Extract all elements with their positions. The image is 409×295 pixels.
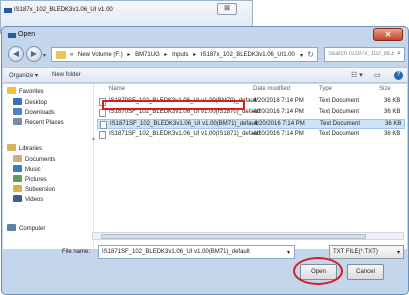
desktop-icon [13,98,22,105]
cancel-button[interactable]: Cancel [347,264,384,280]
address-bar[interactable]: « New Volume (F:) ▸ BM71UG ▸ Inputs ▸ IS… [51,47,318,62]
file-type-select[interactable]: TXT FILE(*.TXT) ▾ [329,245,404,259]
dialog-titlebar: Open ✕ [2,27,408,44]
folder-icon [56,51,66,59]
sidebar-item-desktop[interactable]: Desktop [13,98,47,108]
file-type: Text Document [320,121,361,127]
file-date: 4/20/2016 7:14 PM [253,98,304,104]
refresh-icon[interactable]: ↻ [307,50,314,59]
file-type: Text Document [319,109,360,115]
music-icon [13,165,22,172]
file-name-value: IS1871SF_102_BLEDK3v1.06_UI v1.00(BM71)_… [102,249,250,255]
navigation-pane: Favorites Desktop Downloads Recent Place… [3,84,94,249]
file-size: 36 KB [385,121,402,127]
sidebar-item-music[interactable]: Music [13,165,41,175]
sidebar-scroll-up-icon[interactable]: ▲ [91,136,96,142]
subversion-icon [13,185,22,192]
file-size: 36 KB [384,131,401,137]
address-dropdown-icon[interactable]: ▾ [300,52,303,59]
column-header-type[interactable]: Type [319,86,332,92]
breadcrumb-separator-icon[interactable]: ▸ [127,52,130,58]
sidebar-item-libraries[interactable]: Libraries [7,144,42,154]
command-toolbar: Organize ▾ New folder ☷ ▾ ▭ ? [3,67,407,83]
sidebar-item-recent-places[interactable]: Recent Places [13,118,64,128]
recent-locations-dropdown[interactable]: ▾ [43,52,46,59]
breadcrumb-inputs[interactable]: Inputs [172,52,188,58]
breadcrumb-separator-icon[interactable]: ▸ [164,52,167,58]
search-icon[interactable]: ⌕ [397,50,401,58]
search-placeholder: Search IS187x_102_BLEDK3v1.0... [328,51,394,57]
help-icon[interactable]: ? [394,71,403,80]
organize-button[interactable]: Organize ▾ [9,72,38,79]
sidebar-item-computer[interactable]: Computer [7,224,45,234]
breadcrumb-bm71ug[interactable]: BM71UG [135,52,160,58]
chevron-down-icon[interactable]: ▾ [397,249,400,256]
sidebar-item-pictures[interactable]: Pictures [13,175,47,185]
sidebar-item-subversion[interactable]: Subversion [13,185,55,195]
text-file-icon [99,109,106,117]
pictures-icon [13,175,22,182]
file-size: 36 KB [384,109,401,115]
dialog-title: Open [18,31,36,38]
file-type-value: TXT FILE(*.TXT) [333,249,378,255]
sidebar-item-downloads[interactable]: Downloads [13,108,55,118]
file-row-selected[interactable]: IS1871SF_102_BLEDK3v1.06_UI v1.00(BM71)_… [97,119,405,129]
background-window-title: IS187x_102_BLEDK3v1.06_UI v1.00 [14,7,113,13]
downloads-icon [13,108,22,115]
documents-icon [13,155,22,162]
app-icon [4,8,12,13]
file-date: 4/20/2016 7:14 PM [254,121,305,127]
file-name: IS1871SF_102_BLEDK3v1.06_UI v1.00(BM71)_… [110,121,258,127]
breadcrumb-current-folder[interactable]: IS187x_102_BLEDK3v1.06_UI1.00 [201,52,295,58]
highlight-box [102,100,245,110]
views-icon[interactable]: ☷ ▾ [351,71,363,79]
sidebar-item-documents[interactable]: Documents [13,155,55,165]
file-type: Text Document [319,98,360,104]
file-size: 36 KB [384,98,401,104]
videos-icon [13,195,22,202]
file-row[interactable]: IS1871SF_102_BLEDK3v1.06_UI v1.00(IS1871… [97,130,405,140]
scrollbar-thumb[interactable] [101,234,366,239]
breadcrumb-new-volume[interactable]: New Volume (F:) [78,52,123,58]
breadcrumb: « New Volume (F:) ▸ BM71UG ▸ Inputs ▸ IS… [70,51,298,58]
file-type: Text Document [319,131,360,137]
highlight-circle [293,257,343,285]
sidebar-item-favorites[interactable]: Favorites [7,87,44,97]
forward-button[interactable]: ▶ [26,46,42,62]
file-date: 4/20/2016 7:14 PM [253,131,304,137]
file-date: 4/20/2016 7:14 PM [253,109,304,115]
breadcrumb-separator-icon[interactable]: ▸ [193,52,196,58]
recent-places-icon [13,118,22,125]
column-header-size[interactable]: Size [379,86,391,92]
file-name-label: File name: [62,249,91,255]
search-input[interactable]: Search IS187x_102_BLEDK3v1.0... ⌕ [324,47,405,62]
dialog-icon [8,33,16,38]
column-header-name[interactable]: Name [109,86,125,92]
new-folder-button[interactable]: New folder [52,72,81,78]
chevron-down-icon[interactable]: ▾ [287,249,290,256]
navigation-bar: ◀ ▶ ▾ « New Volume (F:) ▸ BM71UG ▸ Input… [6,45,405,64]
preview-pane-icon[interactable]: ▭ [374,71,381,79]
text-file-icon [100,121,107,129]
background-close-button[interactable]: ⊠ [217,3,237,15]
sidebar-item-videos[interactable]: Videos [13,195,43,205]
column-header-date[interactable]: Date modified [253,86,290,92]
libraries-icon [7,144,16,151]
computer-icon [7,224,16,231]
star-icon [7,87,16,94]
text-file-icon [99,131,106,139]
dialog-close-button[interactable]: ✕ [373,28,403,41]
horizontal-scrollbar[interactable] [92,232,404,240]
file-name-field[interactable]: IS1871SF_102_BLEDK3v1.06_UI v1.00(BM71)_… [98,245,295,259]
back-button[interactable]: ◀ [8,46,24,62]
file-name: IS1871SF_102_BLEDK3v1.06_UI v1.00(IS1871… [109,131,261,137]
breadcrumb-overflow[interactable]: « [70,52,73,58]
